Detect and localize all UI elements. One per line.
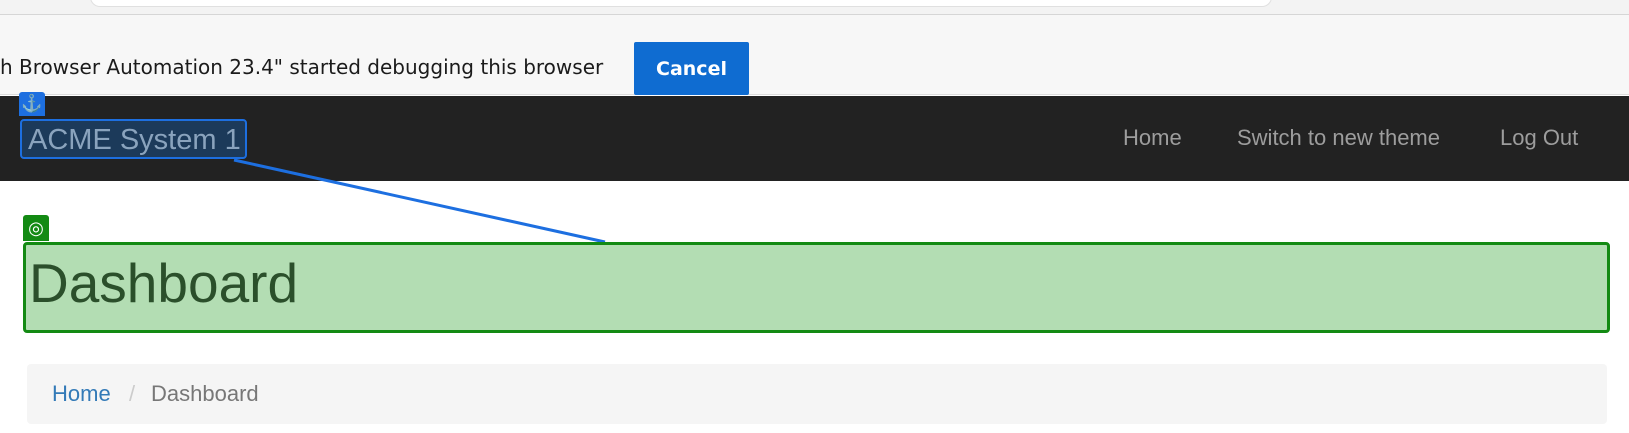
navbar-brand[interactable]: ACME System 1	[20, 119, 247, 159]
browser-top-strip	[0, 0, 1629, 15]
page-title-text: Dashboard	[29, 252, 299, 314]
address-bar[interactable]	[90, 0, 1272, 7]
nav-home-link[interactable]: Home	[1123, 125, 1182, 151]
target-icon: ◎	[23, 215, 49, 241]
top-navbar: ACME System 1 Home Switch to new theme L…	[0, 96, 1629, 181]
breadcrumb: Home / Dashboard	[27, 364, 1607, 424]
debug-infobar: h Browser Automation 23.4" started debug…	[0, 15, 1629, 95]
breadcrumb-current: Dashboard	[151, 381, 259, 406]
nav-switch-theme-link[interactable]: Switch to new theme	[1237, 125, 1440, 151]
infobar-message: h Browser Automation 23.4" started debug…	[0, 55, 604, 79]
anchor-icon: ⚓	[19, 92, 45, 116]
breadcrumb-separator: /	[129, 381, 136, 406]
nav-logout-link[interactable]: Log Out	[1500, 125, 1578, 151]
brand-label: ACME System 1	[28, 124, 241, 156]
breadcrumb-home-link[interactable]: Home	[52, 381, 111, 407]
page-title: Dashboard	[23, 242, 1610, 333]
cancel-button[interactable]: Cancel	[634, 42, 749, 95]
